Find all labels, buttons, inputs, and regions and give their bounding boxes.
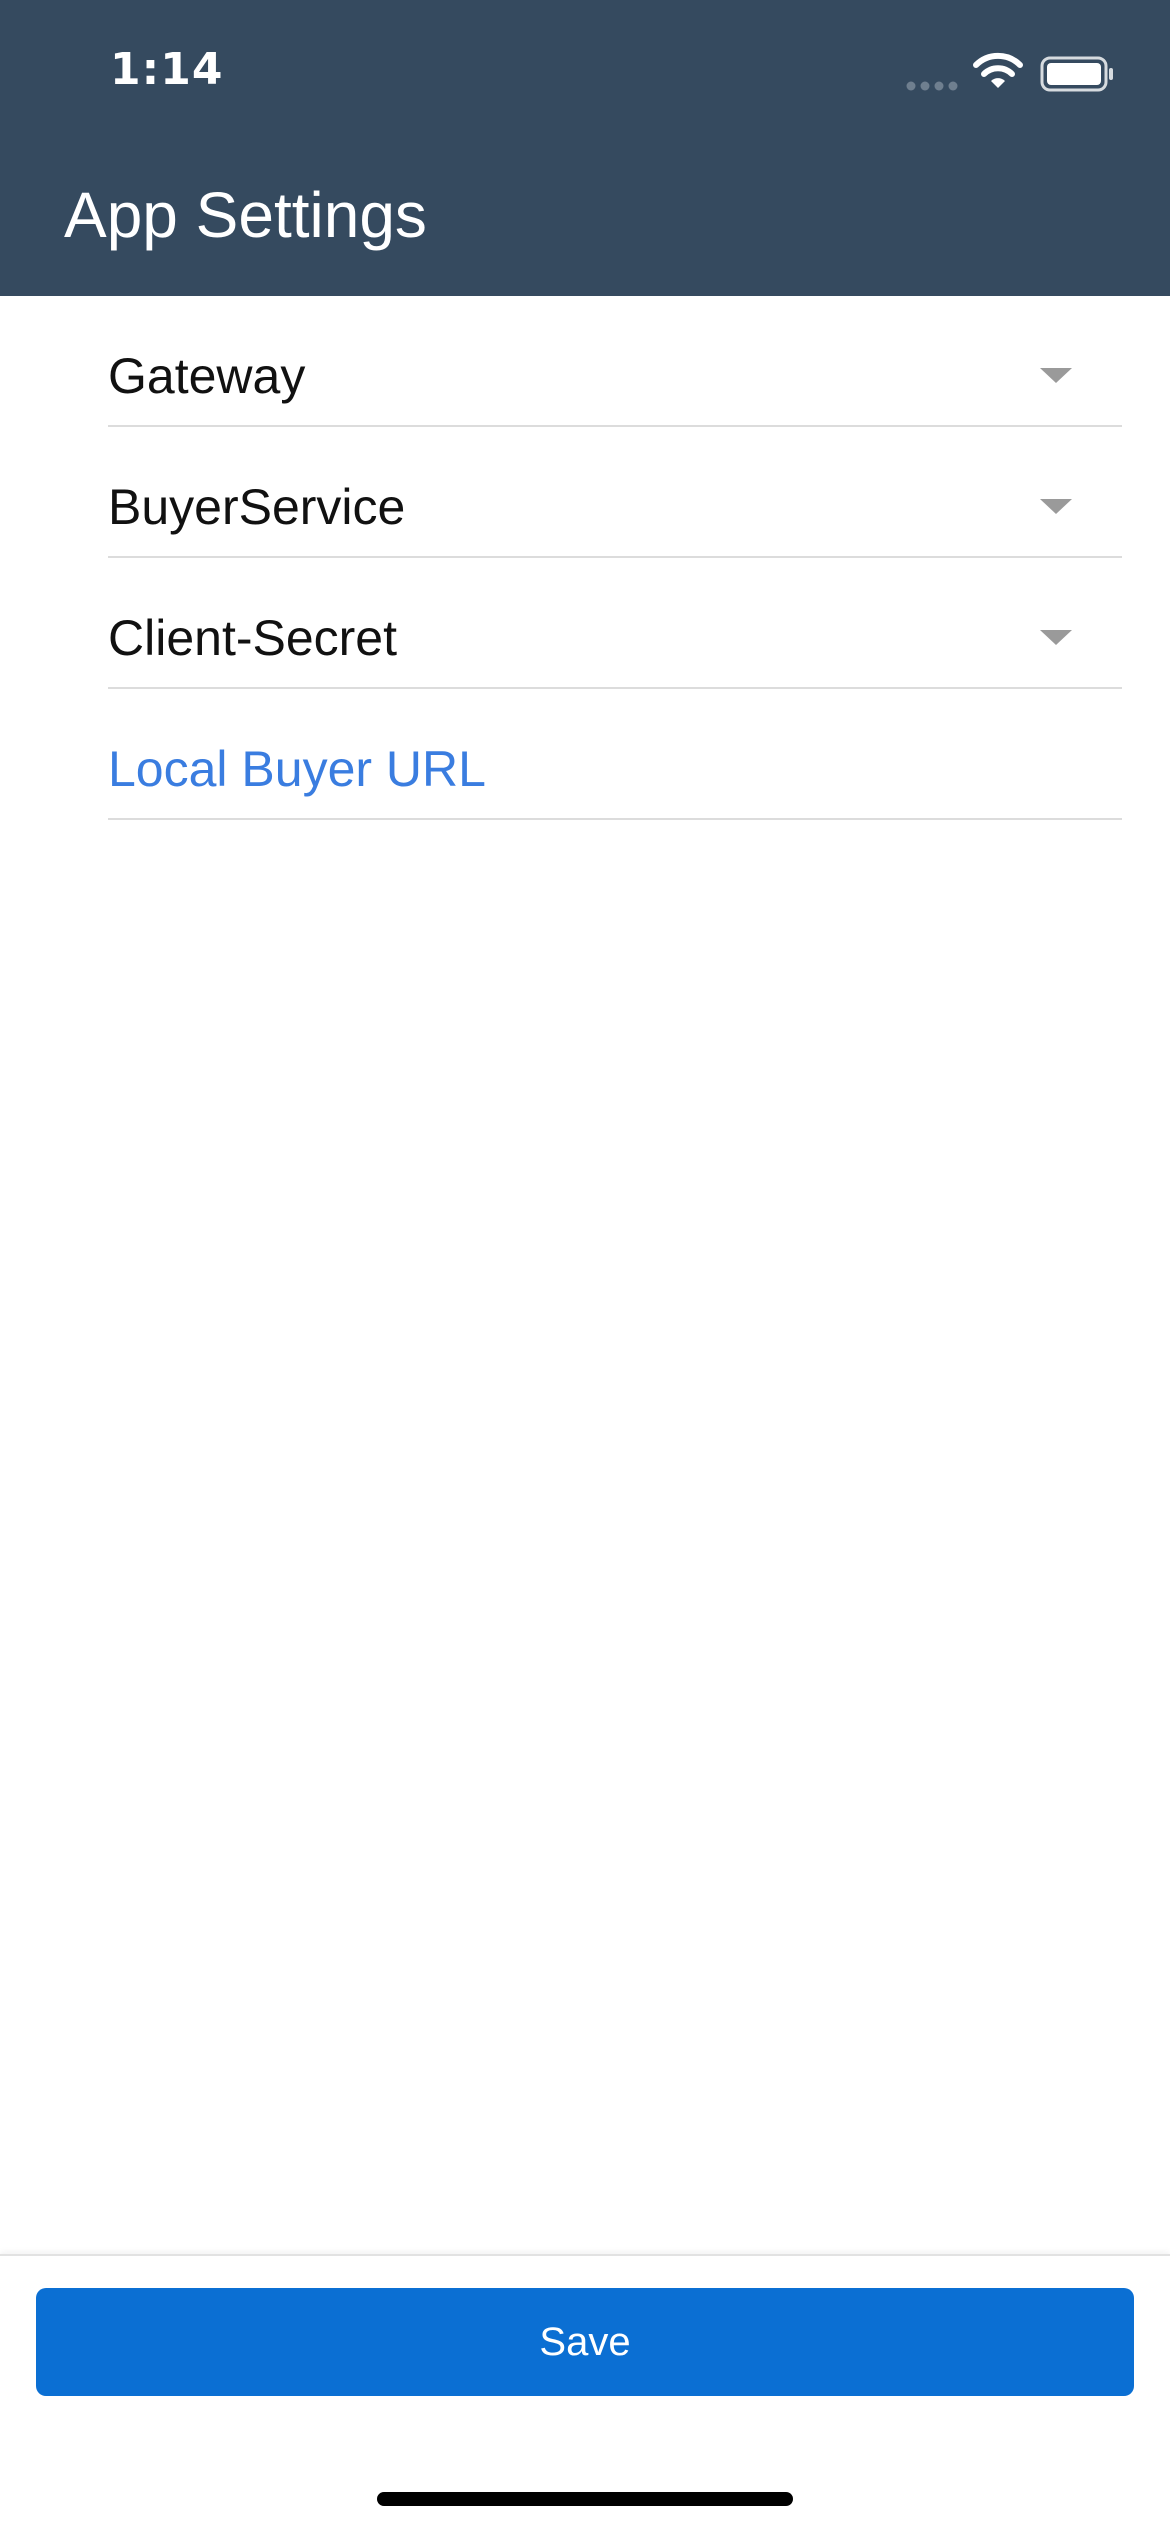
client-secret-dropdown[interactable]: Client-Secret: [108, 558, 1122, 689]
save-button[interactable]: Save: [36, 2288, 1134, 2396]
gateway-label: Gateway: [108, 348, 306, 404]
buyer-service-dropdown[interactable]: BuyerService: [108, 427, 1122, 558]
local-buyer-url-item[interactable]: Local Buyer URL: [108, 689, 1122, 820]
buyer-service-label: BuyerService: [108, 479, 406, 535]
signal-dots-icon: [906, 81, 958, 91]
battery-icon: [1040, 56, 1113, 92]
chevron-down-icon: [1040, 630, 1072, 645]
app-header: 1:14 App Settings: [0, 0, 1170, 296]
wifi-icon: [973, 52, 1023, 88]
gateway-dropdown[interactable]: Gateway: [108, 296, 1122, 427]
chevron-down-icon: [1040, 368, 1072, 383]
settings-list: Gateway BuyerService Client-Secret Local…: [108, 296, 1122, 820]
status-time: 1:14: [110, 44, 224, 95]
home-indicator[interactable]: [377, 2492, 793, 2506]
client-secret-label: Client-Secret: [108, 610, 397, 666]
chevron-down-icon: [1040, 499, 1072, 514]
local-buyer-url-link[interactable]: Local Buyer URL: [108, 740, 486, 798]
page-title: App Settings: [64, 179, 427, 251]
